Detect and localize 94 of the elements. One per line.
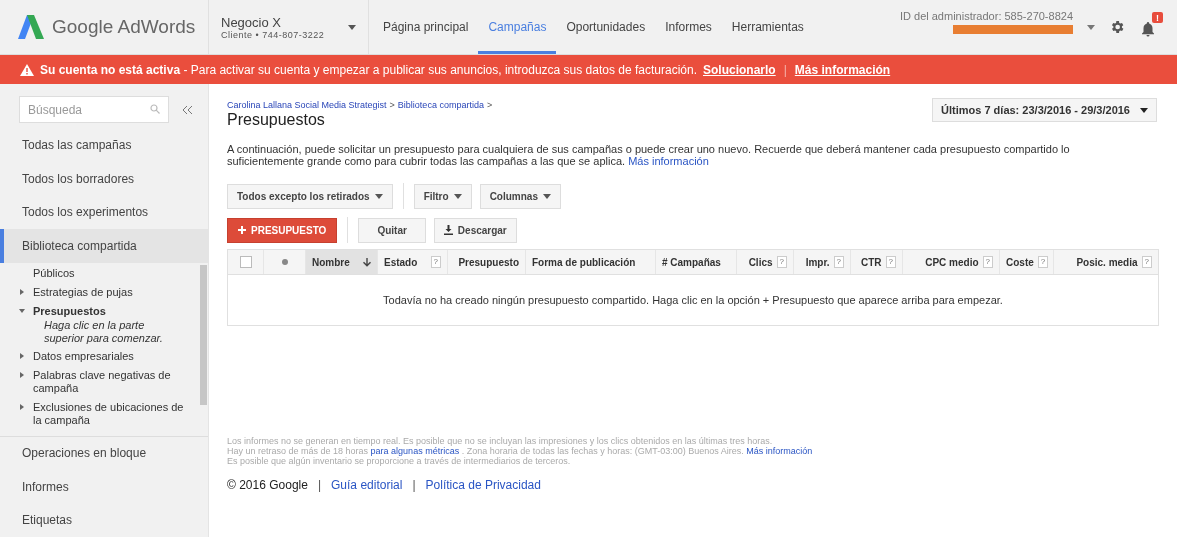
note-link[interactable]: Más información — [746, 446, 813, 456]
breadcrumb-separator: > — [389, 100, 395, 110]
separator: | — [412, 478, 416, 492]
filter-dropdown[interactable]: Filtro — [413, 183, 472, 209]
separator: | — [317, 478, 322, 492]
sidebar-item[interactable]: Todos los experimentos — [0, 195, 208, 230]
column-header[interactable]: Coste — [1000, 250, 1034, 274]
add-budget-button[interactable]: PRESUPUESTO — [227, 217, 338, 243]
column-header[interactable]: CPC medio — [903, 250, 979, 274]
help-icon[interactable]: ? — [1037, 256, 1049, 268]
date-range-button[interactable]: Últimos 7 días: 23/3/2016 - 29/3/2016 — [932, 98, 1157, 122]
help-icon[interactable]: ? — [430, 256, 441, 268]
column-header[interactable]: Presupuesto — [448, 250, 525, 274]
search-icon — [150, 104, 160, 115]
tree-item[interactable]: Datos empresariales — [33, 349, 134, 363]
nav-tab[interactable]: Informes — [655, 0, 722, 54]
help-icon[interactable]: ? — [1141, 256, 1152, 268]
column-header[interactable]: Forma de publicación — [526, 250, 655, 274]
column-header[interactable]: Clics — [737, 250, 773, 274]
remove-button[interactable]: Quitar — [358, 217, 426, 243]
dropdown-caret-icon — [1087, 24, 1095, 30]
banner-link[interactable]: Solucionarlo — [703, 62, 776, 77]
separator: | — [783, 62, 787, 77]
caret-icon — [542, 193, 551, 199]
warning-icon — [20, 63, 34, 76]
status-dot-icon — [281, 259, 288, 265]
nav-tab[interactable]: Oportunidades — [556, 0, 656, 54]
tree-hint: Haga clic en la parte superior para comenzar. — [43, 318, 164, 345]
empty-table-message: Todavía no ha creado ningún presupuesto compartido. Haga clic en la opción + Presupuesto que aparece arriba para empezar. — [382, 293, 1004, 308]
caret-icon — [1140, 107, 1148, 113]
caret-icon — [374, 193, 383, 199]
intro-text: A continuación, puede solicitar un presupuesto para cualquiera de sus campañas o puede crear uno nuevo. Recuerde que deberá mantener cada presupuesto compartido lo suficientemente grande como para cubrir todas las campañas a las que se aplica. Más información — [227, 143, 1071, 167]
notification-badge: ! — [1152, 12, 1163, 23]
help-icon[interactable]: ? — [776, 256, 787, 268]
report-note: Es posible que algún inventario se proporcione a través de intermediarios de terceros. — [227, 456, 571, 466]
tree-item[interactable]: Presupuestos — [33, 304, 106, 318]
nav-tab[interactable]: Página principal — [373, 0, 479, 54]
collapsed-arrow-icon[interactable] — [19, 403, 25, 410]
download-button[interactable]: Descargar — [433, 217, 517, 243]
sidebar-item[interactable]: Biblioteca compartida — [0, 229, 208, 263]
caret-icon — [453, 193, 462, 199]
help-icon[interactable]: ? — [982, 256, 993, 268]
help-icon[interactable]: ? — [885, 256, 896, 268]
column-header[interactable]: CTR — [851, 250, 882, 274]
scrollbar[interactable] — [200, 264, 207, 405]
page-title: Presupuestos — [227, 111, 326, 129]
copyright: © 2016 Google — [227, 478, 308, 492]
help-icon[interactable]: ? — [833, 256, 844, 268]
notification-icon[interactable] — [1139, 20, 1157, 38]
plus-icon — [238, 226, 246, 234]
settings-icon[interactable] — [1109, 19, 1125, 35]
sidebar-item[interactable]: Etiquetas — [0, 503, 208, 537]
collapsed-arrow-icon[interactable] — [19, 352, 25, 359]
collapse-icon[interactable] — [183, 105, 192, 114]
logo-icon — [18, 15, 44, 39]
column-header[interactable]: # Campañas — [656, 250, 736, 274]
tree-item[interactable]: Estrategias de pujas — [33, 285, 133, 299]
sidebar-item[interactable]: Informes — [0, 470, 208, 504]
footer-link[interactable]: Guía editorial — [331, 478, 403, 492]
collapsed-arrow-icon[interactable] — [19, 288, 25, 295]
sort-arrow-icon — [363, 257, 371, 267]
tree-item[interactable]: Exclusiones de ubicaciones de la campaña — [33, 400, 186, 427]
nav-tab[interactable]: Herramientas — [721, 0, 814, 54]
banner-link[interactable]: Más información — [794, 62, 891, 77]
breadcrumb-separator: > — [486, 100, 493, 110]
expanded-arrow-icon[interactable] — [19, 307, 25, 314]
sidebar-item[interactable]: Operaciones en bloque — [0, 436, 208, 471]
filter-dropdown[interactable]: Columnas — [479, 183, 561, 209]
tree-item[interactable]: Palabras clave negativas de campaña — [33, 368, 186, 395]
report-note: . Zona horaria de todas las fechas y horas: (GMT-03:00) Buenos Aires. — [461, 446, 744, 456]
collapsed-arrow-icon[interactable] — [19, 371, 25, 378]
report-note: Los informes no se generan en tiempo real. Es posible que no se incluyan las impresiones y los clics obtenidos en las últimas tres horas. — [227, 436, 773, 446]
breadcrumb-link[interactable]: Biblioteca compartida — [397, 100, 484, 110]
column-header[interactable]: Nombre — [306, 250, 377, 274]
download-icon — [443, 225, 453, 235]
breadcrumb-link[interactable]: Carolina Lallana Social Media Strategist — [227, 100, 387, 110]
footer-link[interactable]: Política de Privacidad — [425, 478, 541, 492]
banner-message: Su cuenta no está activa - Para activar su cuenta y empezar a publicar sus anuncios, introduzca sus datos de facturación. — [40, 62, 697, 77]
note-link[interactable]: para algunas métricas — [370, 446, 460, 456]
column-header[interactable]: Impr. — [794, 250, 830, 274]
tree-item[interactable]: Públicos — [33, 266, 75, 280]
logo-text: Google AdWords — [52, 16, 196, 38]
sidebar-item[interactable]: Todas las campañas — [0, 128, 208, 163]
more-info-link[interactable]: Más información — [628, 155, 709, 167]
column-header[interactable]: Estado — [378, 250, 427, 274]
sidebar-item[interactable]: Todos los borradores — [0, 162, 208, 196]
account-selector[interactable]: Negocio X Cliente • 744-807-3222 — [209, 0, 369, 54]
column-header[interactable]: Posic. media — [1054, 250, 1138, 274]
search-field[interactable]: Búsqueda — [19, 96, 169, 124]
admin-id: ID del administrador: 585-270-8824 — [899, 10, 1073, 22]
select-all-checkbox[interactable] — [239, 256, 252, 268]
filter-dropdown[interactable]: Todos excepto los retirados — [227, 183, 393, 209]
report-note: Hay un retraso de más de 18 horas — [227, 446, 369, 456]
caret-icon — [348, 24, 356, 30]
